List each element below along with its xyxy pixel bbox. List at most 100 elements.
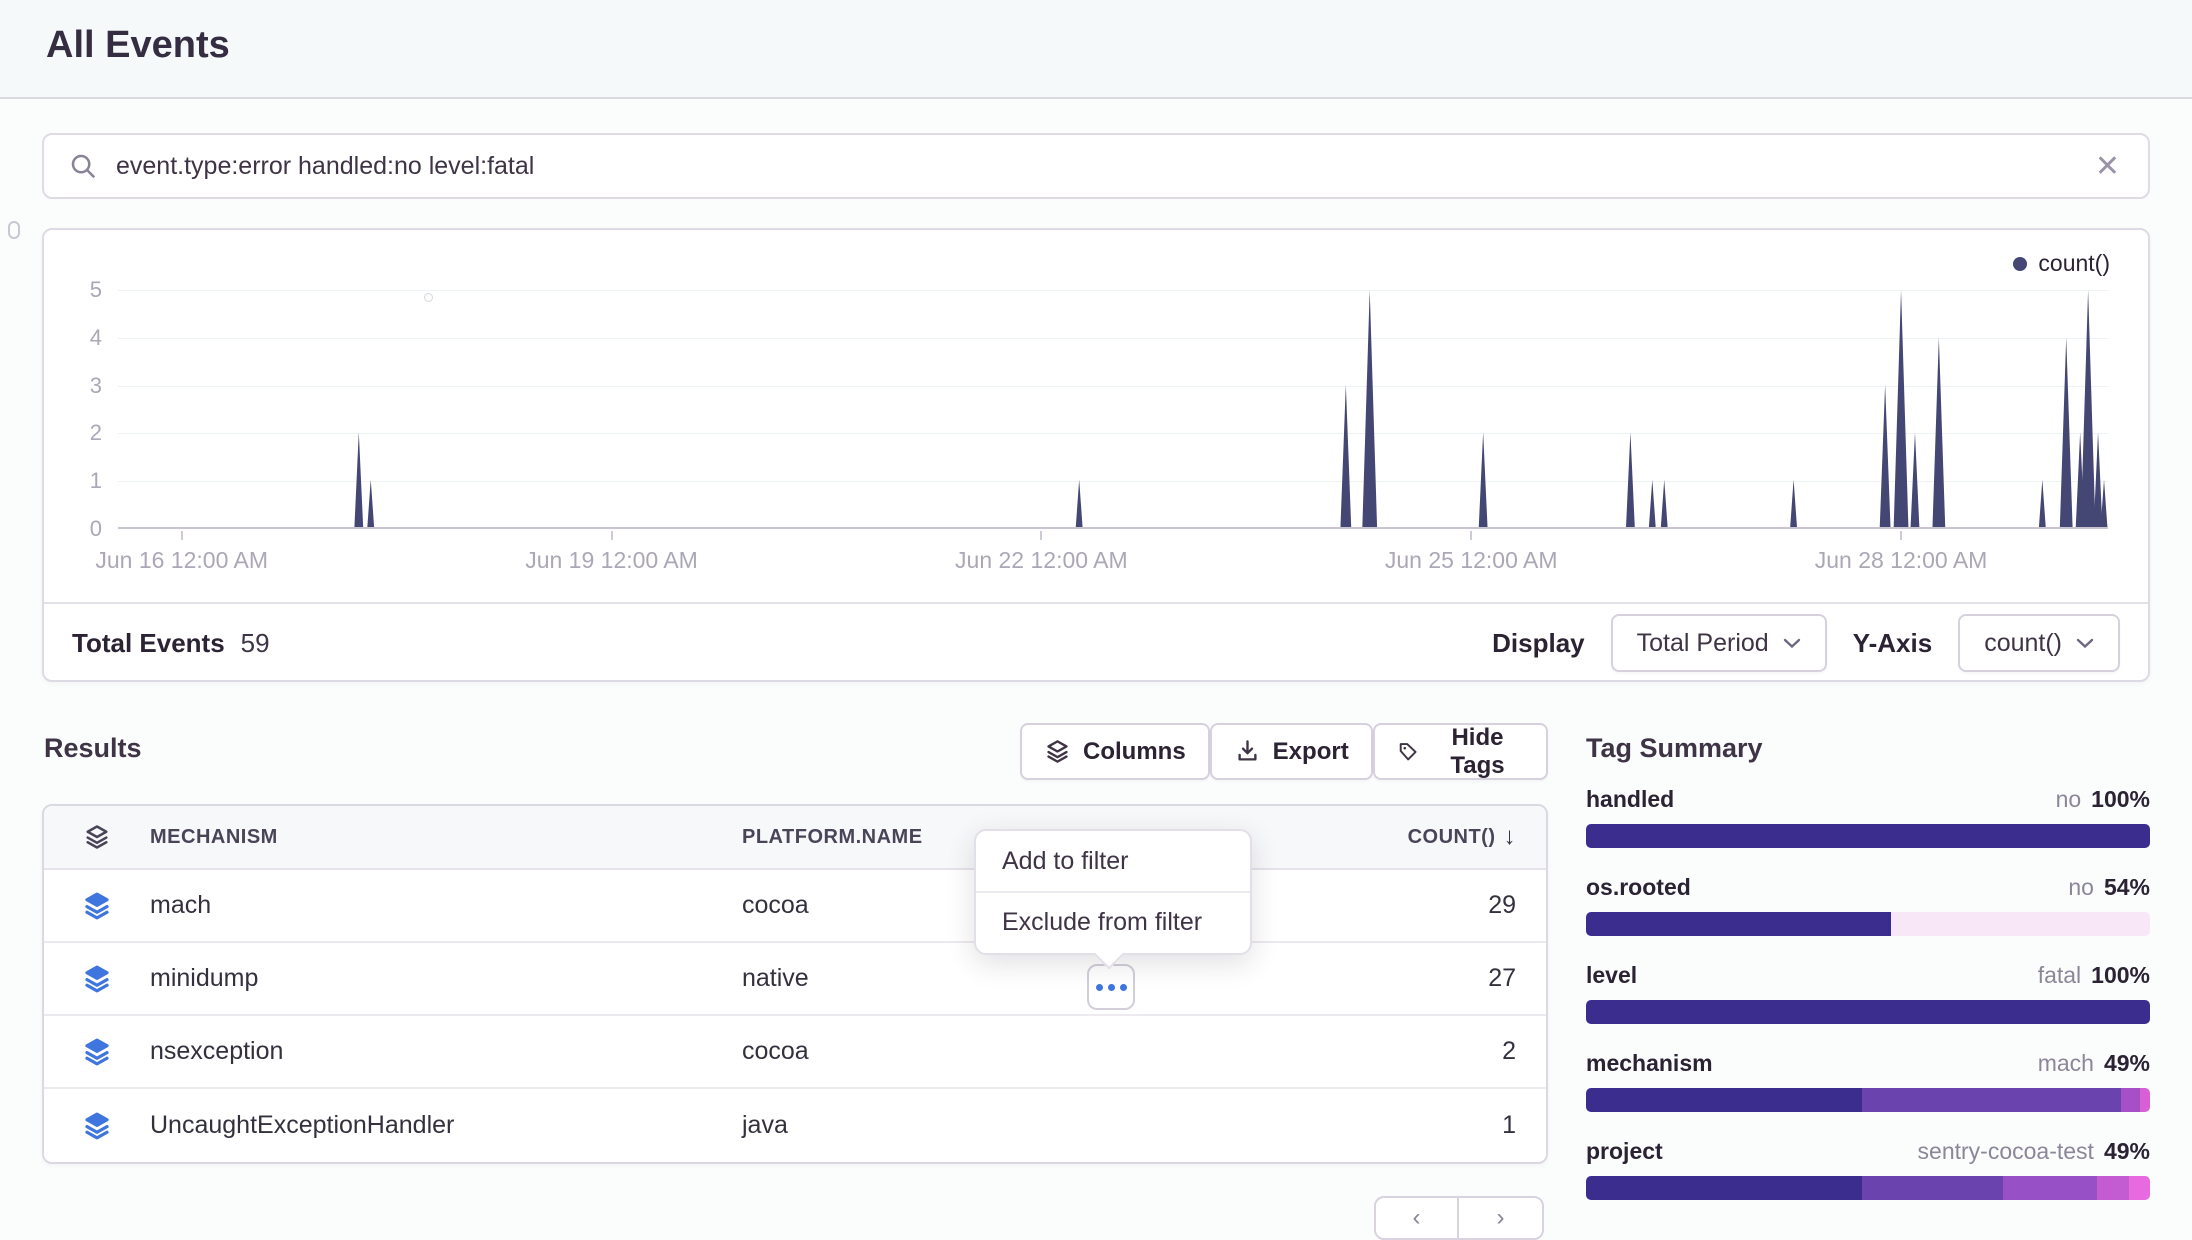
hide-tags-button[interactable]: Hide Tags [1373,723,1548,780]
cell-mechanism[interactable]: nsexception [150,1037,742,1066]
chart-series-svg [118,290,2108,527]
layers-icon [82,964,112,994]
row-layers-icon[interactable] [44,1037,150,1067]
drag-handle[interactable] [8,221,20,239]
chart-x-axis: Jun 16 12:00 AMJun 19 12:00 AMJun 22 12:… [118,531,2108,595]
cell-count[interactable]: 2 [809,1037,1546,1066]
tag-name: handled [1586,786,1674,813]
row-layers-icon[interactable] [44,964,150,994]
total-events-label: Total Events [72,628,225,659]
tag-bar-segment[interactable] [1586,824,2150,848]
cell-platform[interactable]: native [742,964,809,993]
tag-bar-segment[interactable] [1586,1088,1862,1112]
cell-actions-menu: Add to filterExclude from filter [974,829,1252,955]
tag-top-pct: 100% [2091,962,2150,989]
tag-top-value: no [2056,786,2082,813]
tag-top-pct: 100% [2091,786,2150,813]
chart-plot[interactable] [118,290,2108,529]
x-tick-label: Jun 19 12:00 AM [525,547,698,574]
hide-tags-button-label: Hide Tags [1431,724,1524,780]
search-input[interactable] [114,151,2091,182]
table-row[interactable]: machcocoa29 [44,870,1546,943]
row-layers-icon[interactable] [44,891,150,921]
legend-dot-icon [2013,257,2027,271]
tag-distribution-bar[interactable] [1586,1176,2150,1200]
sort-desc-icon: ↓ [1504,823,1517,851]
yaxis-label: Y-Axis [1853,628,1933,659]
download-icon [1234,738,1261,765]
x-tick [1900,531,1902,540]
columns-button-label: Columns [1083,738,1186,766]
tag-distribution-bar[interactable] [1586,1088,2150,1112]
x-tick-label: Jun 16 12:00 AM [95,547,268,574]
cell-count[interactable]: 27 [809,964,1546,993]
table-header-row: MECHANISM PLATFORM.NAME COUNT() ↓ [44,806,1546,870]
row-layers-icon[interactable] [44,1111,150,1141]
page-header: All Events [0,0,2192,99]
chevron-down-icon [1783,637,1801,649]
cell-actions-button[interactable] [1087,964,1135,1010]
cell-platform[interactable]: cocoa [742,1037,809,1066]
results-table: MECHANISM PLATFORM.NAME COUNT() ↓ machco… [42,804,1548,1164]
next-page-button[interactable]: › [1459,1196,1544,1240]
x-tick [1040,531,1042,540]
tag-bar-segment[interactable] [1586,1000,2150,1024]
tag-bar-segment[interactable] [2121,1088,2140,1112]
tag-top-value: no [2068,874,2094,901]
cell-mechanism[interactable]: UncaughtExceptionHandler [150,1111,742,1140]
tag-list: handledno100%os.rootedno54%levelfatal100… [1586,786,2150,1200]
tag-bar-segment[interactable] [2003,1176,2097,1200]
tag-top-value: sentry-cocoa-test [1918,1138,2094,1165]
display-dropdown[interactable]: Total Period [1611,614,1827,672]
page-title: All Events [46,24,230,67]
layers-icon [82,891,112,921]
column-header-platform[interactable]: PLATFORM.NAME [742,826,923,849]
search-icon [68,151,98,181]
column-header-mechanism[interactable]: MECHANISM [150,826,742,849]
x-tick-label: Jun 25 12:00 AM [1385,547,1558,574]
menu-item-add-to-filter[interactable]: Add to filter [976,831,1250,891]
layers-icon [82,1111,112,1141]
table-row[interactable]: minidumpnative27 [44,943,1546,1016]
layers-header-icon [44,823,150,851]
x-tick-label: Jun 28 12:00 AM [1815,547,1988,574]
x-tick [611,531,613,540]
legend-label: count() [2038,250,2110,277]
cell-platform[interactable]: cocoa [742,891,809,920]
tag-bar-segment[interactable] [1862,1088,2120,1112]
y-tick-label: 5 [44,277,102,303]
previous-page-button[interactable]: ‹ [1374,1196,1459,1240]
tag-icon [1397,738,1419,765]
tag-top-pct: 49% [2104,1138,2150,1165]
search-clear-icon[interactable]: ✕ [2091,149,2124,184]
table-row[interactable]: UncaughtExceptionHandlerjava1 [44,1089,1546,1162]
cell-platform[interactable]: java [742,1111,788,1140]
tag-bar-segment[interactable] [2097,1176,2129,1200]
layers-icon [1044,738,1071,765]
chart-footer: Total Events 59 Display Total Period Y-A… [44,602,2148,682]
cell-count[interactable]: 1 [788,1111,1546,1140]
tag-distribution-bar[interactable] [1586,912,2150,936]
tag-bar-segment[interactable] [2140,1088,2150,1112]
tag-item: projectsentry-cocoa-test49% [1586,1138,2150,1200]
cell-mechanism[interactable]: mach [150,891,742,920]
tag-bar-segment[interactable] [1586,912,1891,936]
layers-icon [82,1037,112,1067]
tag-distribution-bar[interactable] [1586,1000,2150,1024]
count-header-label: COUNT() [1408,826,1496,849]
yaxis-dropdown-value: count() [1984,629,2062,658]
tag-bar-segment[interactable] [1586,1176,1862,1200]
yaxis-dropdown[interactable]: count() [1958,614,2120,672]
pagination: ‹ › [1374,1196,1544,1240]
table-row[interactable]: nsexceptioncocoa2 [44,1016,1546,1089]
tag-bar-segment[interactable] [2129,1176,2150,1200]
tag-distribution-bar[interactable] [1586,824,2150,848]
cell-mechanism[interactable]: minidump [150,964,742,993]
x-tick-label: Jun 22 12:00 AM [955,547,1128,574]
tag-bar-segment[interactable] [1862,1176,2003,1200]
columns-button[interactable]: Columns [1020,723,1210,780]
chart-legend: count() [2013,250,2110,277]
tag-bar-segment[interactable] [1891,912,2150,936]
tag-top-value: fatal [2038,962,2081,989]
export-button[interactable]: Export [1210,723,1373,780]
